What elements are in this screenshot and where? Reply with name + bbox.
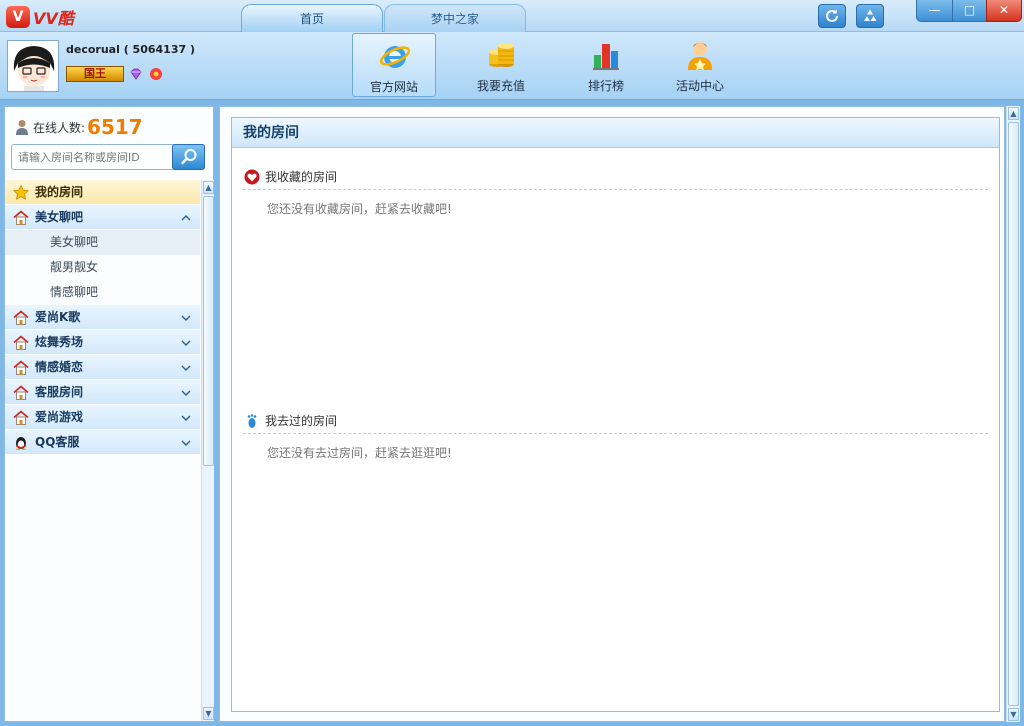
house-icon <box>13 385 29 400</box>
official-site-button[interactable]: 官方网站 <box>352 33 436 97</box>
footprint-icon <box>247 414 257 428</box>
chevron-down-icon <box>181 365 191 371</box>
scroll-thumb[interactable] <box>1008 122 1019 706</box>
diamond-badge-icon <box>130 68 142 80</box>
house-icon <box>13 210 29 225</box>
official-site-label: 官方网站 <box>369 80 418 94</box>
event-center-label: 活动中心 <box>675 79 724 93</box>
room-search-input[interactable] <box>12 145 174 169</box>
sub-item-beauty-chat[interactable]: 美女聊吧 <box>5 230 200 255</box>
person-icon <box>16 120 28 135</box>
app-logo: V VV酷 <box>6 5 74 29</box>
recharge-button[interactable]: 我要充值 <box>459 33 543 97</box>
coins-icon <box>489 43 514 67</box>
recycle-button[interactable] <box>856 4 884 28</box>
recharge-label: 我要充值 <box>476 79 525 93</box>
ranking-button[interactable]: 排行榜 <box>564 33 648 97</box>
favorite-rooms-section: 我收藏的房间 您还没有收藏房间，赶紧去收藏吧! <box>243 164 988 217</box>
house-icon <box>13 360 29 375</box>
profile-toolbar-band: decorual ( 5064137 ) 国王 官方网站 我要充值 排行榜 活动… <box>0 32 1024 100</box>
avatar-icon <box>8 41 58 91</box>
sidebar-item-service-room[interactable]: 客服房间 <box>5 380 200 405</box>
king-badge: 国王 <box>66 66 124 82</box>
sidebar-scrollbar[interactable]: ▲ ▼ <box>201 180 214 721</box>
heart-icon <box>244 169 260 185</box>
scroll-thumb[interactable] <box>203 196 214 466</box>
recycle-icon <box>864 9 877 21</box>
sidebar-item-karaoke[interactable]: 爱尚K歌 <box>5 305 200 330</box>
house-icon <box>13 310 29 325</box>
online-count-row: 在线人数: 6517 <box>15 115 143 139</box>
logo-text: VV酷 <box>33 9 74 28</box>
qq-penguin-icon <box>16 437 26 450</box>
event-center-button[interactable]: 活动中心 <box>658 33 742 97</box>
house-icon <box>13 410 29 425</box>
sidebar-item-qq-service[interactable]: QQ客服 <box>5 430 200 455</box>
sidebar-item-label: 情感婚恋 <box>35 360 84 374</box>
star-icon <box>13 185 29 200</box>
house-icon <box>13 335 29 350</box>
section-title-label: 我收藏的房间 <box>265 170 338 184</box>
chevron-down-icon <box>181 415 191 421</box>
empty-message: 您还没有收藏房间，赶紧去收藏吧! <box>267 202 452 216</box>
bar-chart-icon <box>593 44 619 70</box>
chevron-down-icon <box>181 440 191 446</box>
avatar[interactable] <box>7 40 59 92</box>
search-icon <box>181 149 197 165</box>
main-content: 我的房间 我收藏的房间 您还没有收藏房间，赶紧去收藏吧! 我去过的房间 您还没有… <box>219 106 1005 722</box>
main-scrollbar[interactable]: ▲ ▼ <box>1006 106 1020 722</box>
sub-item-handsome-pretty[interactable]: 靓男靓女 <box>5 255 200 280</box>
search-button[interactable] <box>172 144 205 170</box>
user-star-icon <box>688 42 712 71</box>
sidebar-item-beauty-chat[interactable]: 美女聊吧 <box>5 205 200 230</box>
ie-browser-icon <box>379 46 411 68</box>
ranking-label: 排行榜 <box>587 79 624 93</box>
logo-mark: V <box>6 6 30 28</box>
online-count: 6517 <box>87 115 143 139</box>
flower-badge-icon <box>150 68 162 80</box>
refresh-button[interactable] <box>818 4 846 28</box>
section-title-label: 我去过的房间 <box>265 414 338 428</box>
my-rooms-panel: 我的房间 我收藏的房间 您还没有收藏房间，赶紧去收藏吧! 我去过的房间 您还没有… <box>231 117 1000 712</box>
room-sidebar: 在线人数: 6517 我的房间 美女聊吧 <box>4 106 214 722</box>
sidebar-item-my-rooms[interactable]: 我的房间 <box>5 180 200 205</box>
tab-home[interactable]: 首页 <box>241 4 383 32</box>
maximize-button[interactable]: □ <box>952 0 987 22</box>
sidebar-item-label: 爱尚游戏 <box>35 410 84 424</box>
user-badges: 国王 <box>66 66 164 82</box>
room-category-list: 我的房间 美女聊吧 美女聊吧 靓男靓女 情感聊吧 爱尚K歌 炫舞秀场 情感婚恋 … <box>5 180 200 455</box>
minimize-button[interactable]: — <box>916 0 953 22</box>
sidebar-item-label: 爱尚K歌 <box>35 310 81 324</box>
scroll-down-arrow[interactable]: ▼ <box>1008 708 1019 721</box>
page-title: 我的房间 <box>232 118 999 148</box>
close-button[interactable]: ✕ <box>986 0 1022 22</box>
sidebar-item-love-marriage[interactable]: 情感婚恋 <box>5 355 200 380</box>
sidebar-item-label: 炫舞秀场 <box>35 335 84 349</box>
sub-item-emotion-chat[interactable]: 情感聊吧 <box>5 280 200 305</box>
sidebar-item-label: 客服房间 <box>35 385 84 399</box>
chevron-up-icon <box>181 215 191 221</box>
refresh-icon <box>826 9 838 22</box>
chevron-down-icon <box>181 390 191 396</box>
scroll-down-arrow[interactable]: ▼ <box>203 707 214 720</box>
chevron-down-icon <box>181 340 191 346</box>
chevron-down-icon <box>181 315 191 321</box>
empty-message: 您还没有去过房间，赶紧去逛逛吧! <box>267 446 452 460</box>
scroll-up-arrow[interactable]: ▲ <box>1008 107 1019 120</box>
sidebar-item-dance-show[interactable]: 炫舞秀场 <box>5 330 200 355</box>
sidebar-item-games[interactable]: 爱尚游戏 <box>5 405 200 430</box>
user-name-id: decorual ( 5064137 ) <box>66 43 195 56</box>
sidebar-item-label: 我的房间 <box>35 185 84 199</box>
title-bar: V VV酷 首页 梦中之家 — □ ✕ <box>0 0 1024 32</box>
section-title: 我收藏的房间 <box>243 164 988 190</box>
scroll-up-arrow[interactable]: ▲ <box>203 181 214 194</box>
tab-dream-home[interactable]: 梦中之家 <box>384 4 526 32</box>
sidebar-item-label: 美女聊吧 <box>35 210 84 224</box>
online-label: 在线人数: <box>33 120 86 135</box>
sidebar-item-label: QQ客服 <box>35 435 80 449</box>
visited-rooms-section: 我去过的房间 您还没有去过房间，赶紧去逛逛吧! <box>243 408 988 461</box>
room-search <box>11 144 205 170</box>
section-title: 我去过的房间 <box>243 408 988 434</box>
